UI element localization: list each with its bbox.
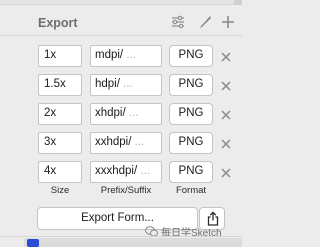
export-row: 1x mdpi/ ... PNG bbox=[0, 45, 242, 69]
format-column-label: Format bbox=[175, 185, 207, 196]
format-select[interactable]: PNG bbox=[169, 103, 213, 125]
scroll-grip[interactable] bbox=[234, 0, 242, 5]
prefix-suffix-field[interactable]: xxxhdpi/ ... bbox=[90, 161, 162, 183]
section-icon bbox=[27, 239, 39, 247]
prefix-value: xxhdpi/ bbox=[95, 136, 132, 148]
export-row: 1.5x hdpi/ ... PNG bbox=[0, 74, 242, 98]
prefix-value: mdpi/ bbox=[95, 49, 124, 61]
prefix-placeholder: ... bbox=[134, 136, 145, 148]
top-edge bbox=[0, 0, 242, 5]
x-icon[interactable] bbox=[220, 137, 232, 149]
prefix-value: xhdpi/ bbox=[95, 107, 126, 119]
size-field[interactable]: 2x bbox=[38, 103, 82, 125]
x-icon[interactable] bbox=[220, 79, 232, 91]
export-header: Export bbox=[0, 8, 242, 36]
size-field[interactable]: 1.5x bbox=[38, 74, 82, 96]
next-section-strip bbox=[24, 238, 242, 247]
size-field[interactable]: 3x bbox=[38, 132, 82, 154]
plus-icon[interactable] bbox=[221, 15, 235, 29]
format-select[interactable]: PNG bbox=[169, 161, 213, 183]
prefix-suffix-field[interactable]: mdpi/ ... bbox=[90, 45, 162, 67]
export-row: 4x xxxhdpi/ ... PNG bbox=[0, 161, 242, 185]
section-divider bbox=[0, 236, 242, 237]
x-icon[interactable] bbox=[220, 108, 232, 120]
x-icon[interactable] bbox=[220, 50, 232, 62]
size-field[interactable]: 4x bbox=[38, 161, 82, 183]
prefix-placeholder: ... bbox=[128, 107, 139, 119]
prefix-placeholder: ... bbox=[126, 49, 136, 61]
prefix-suffix-field[interactable]: xxhdpi/ ... bbox=[90, 132, 162, 154]
format-select[interactable]: PNG bbox=[169, 45, 213, 67]
size-column-label: Size bbox=[50, 185, 70, 196]
panel-title: Export bbox=[38, 16, 78, 30]
x-icon[interactable] bbox=[220, 166, 232, 178]
prefix-value: xxxhdpi/ bbox=[95, 165, 138, 177]
prefix-suffix-column-label: Prefix/Suffix bbox=[100, 185, 152, 196]
size-field[interactable]: 1x bbox=[38, 45, 82, 67]
prefix-placeholder: ... bbox=[140, 165, 150, 177]
prefix-suffix-field[interactable]: xhdpi/ ... bbox=[90, 103, 162, 125]
format-select[interactable]: PNG bbox=[169, 74, 213, 96]
knife-icon[interactable] bbox=[198, 15, 212, 29]
prefix-value: hdpi/ bbox=[95, 78, 120, 90]
sliders-icon[interactable] bbox=[171, 15, 185, 29]
export-row: 3x xxhdpi/ ... PNG bbox=[0, 132, 242, 156]
format-select[interactable]: PNG bbox=[169, 132, 213, 154]
prefix-suffix-field[interactable]: hdpi/ ... bbox=[90, 74, 162, 96]
prefix-placeholder: ... bbox=[123, 78, 133, 90]
export-row: 2x xhdpi/ ... PNG bbox=[0, 103, 242, 127]
